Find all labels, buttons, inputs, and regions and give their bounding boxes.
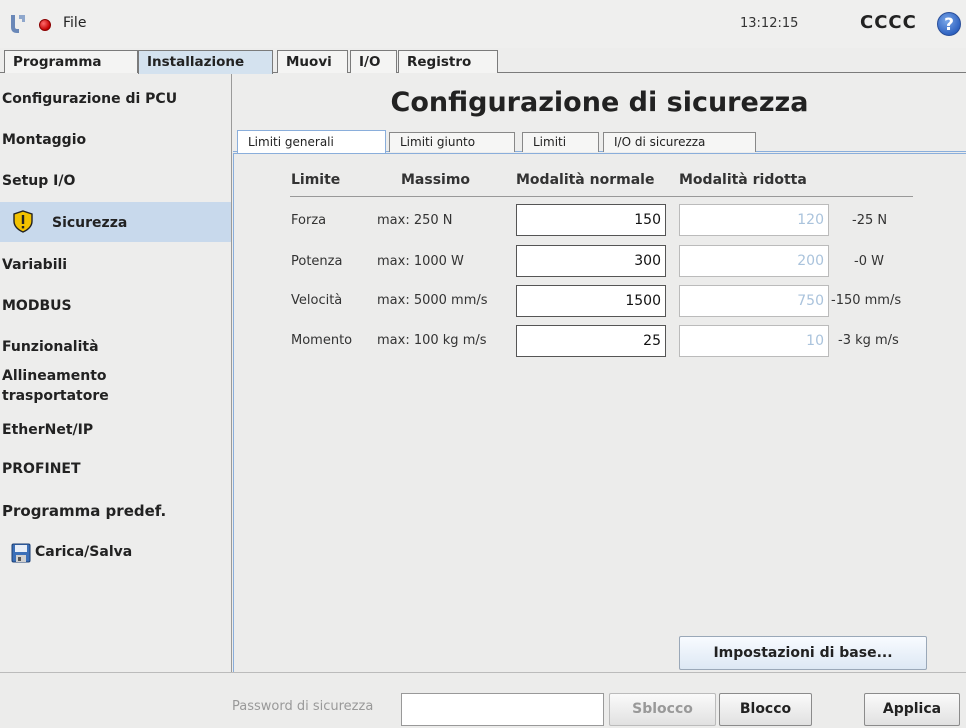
row-max-momento: max: 100 kg m/s — [377, 333, 487, 348]
main-tab-bar: Programma Installazione Muovi I/O Regist… — [0, 50, 966, 74]
sidebar-item-label: Sicurezza — [52, 215, 128, 231]
velocita-reduced-input[interactable]: 750 — [679, 285, 829, 317]
sidebar-item-carica-salva[interactable]: Carica/Salva — [0, 542, 231, 566]
momento-reduced-input[interactable]: 10 — [679, 325, 829, 357]
row-max-potenza: max: 1000 W — [377, 254, 464, 269]
sidebar-item-sicurezza[interactable]: Sicurezza — [0, 202, 231, 242]
forza-reduced-input[interactable]: 120 — [679, 204, 829, 236]
row-max-forza: max: 250 N — [377, 213, 453, 228]
sidebar-item-label: Carica/Salva — [35, 544, 133, 560]
lock-button[interactable]: Blocco — [719, 693, 812, 726]
page-title: Configurazione di sicurezza — [390, 87, 809, 118]
sub-tab-bar: Limiti generali Limiti giunto Limiti I/O… — [233, 130, 966, 153]
sidebar-item-configurazione-pcu[interactable]: Configurazione di PCU — [0, 91, 231, 107]
unlock-button[interactable]: Sblocco — [609, 693, 716, 726]
sidebar-item-modbus[interactable]: MODBUS — [0, 298, 231, 314]
sidebar-item-setup-io[interactable]: Setup I/O — [0, 173, 231, 189]
bottom-bar: Password di sicurezza Sblocco Blocco App… — [0, 672, 966, 728]
tab-io-sicurezza[interactable]: I/O di sicurezza — [603, 132, 756, 152]
robot-name: CCCC — [860, 12, 917, 33]
row-label-momento: Momento — [291, 333, 353, 348]
tab-installazione[interactable]: Installazione — [138, 50, 273, 74]
help-icon[interactable]: ? — [937, 12, 961, 36]
tab-limiti-giunto[interactable]: Limiti giunto — [389, 132, 515, 152]
column-header-limite: Limite — [291, 172, 341, 188]
sidebar-item-funzionalita[interactable]: Funzionalità — [0, 339, 231, 355]
save-disk-icon — [11, 543, 31, 563]
momento-normal-input[interactable]: 25 — [516, 325, 666, 357]
sidebar-item-variabili[interactable]: Variabili — [0, 257, 231, 273]
warning-shield-icon — [13, 210, 33, 233]
tab-muovi[interactable]: Muovi — [277, 50, 348, 73]
clock: 13:12:15 — [740, 16, 799, 31]
tab-programma[interactable]: Programma — [4, 50, 138, 73]
row-diff-momento: -3 kg m/s — [838, 333, 899, 348]
row-max-velocita: max: 5000 mm/s — [377, 293, 488, 308]
tab-registro[interactable]: Registro — [398, 50, 498, 73]
main-content: Configurazione di sicurezza Limiti gener… — [233, 74, 966, 672]
header-divider — [290, 196, 913, 197]
status-indicator-icon[interactable] — [39, 19, 51, 31]
column-header-normale: Modalità normale — [516, 172, 655, 188]
column-header-ridotta: Modalità ridotta — [679, 172, 807, 188]
row-diff-potenza: -0 W — [854, 254, 884, 269]
tab-io[interactable]: I/O — [350, 50, 397, 73]
row-diff-forza: -25 N — [852, 213, 888, 228]
sidebar-item-allineamento[interactable]: Allineamento — [0, 368, 231, 384]
row-label-forza: Forza — [291, 213, 327, 228]
sidebar-item-montaggio[interactable]: Montaggio — [0, 132, 231, 148]
row-diff-velocita: -150 mm/s — [831, 293, 902, 308]
column-header-massimo: Massimo — [401, 172, 471, 188]
sidebar-item-trasportatore[interactable]: trasportatore — [0, 388, 231, 404]
sidebar: Configurazione di PCU Montaggio Setup I/… — [0, 74, 232, 672]
velocita-normal-input[interactable]: 1500 — [516, 285, 666, 317]
tab-limiti[interactable]: Limiti — [522, 132, 599, 152]
row-label-potenza: Potenza — [291, 254, 343, 269]
tab-limiti-generali[interactable]: Limiti generali — [237, 130, 386, 153]
sidebar-item-profinet[interactable]: PROFINET — [0, 461, 231, 477]
file-menu[interactable]: File — [63, 15, 86, 31]
ur-logo-icon — [11, 15, 25, 33]
password-label: Password di sicurezza — [232, 699, 374, 714]
password-input[interactable] — [401, 693, 604, 726]
top-bar: File 13:12:15 CCCC ? — [0, 0, 966, 48]
sidebar-item-programma-predef[interactable]: Programma predef. — [0, 502, 231, 520]
forza-normal-input[interactable]: 150 — [516, 204, 666, 236]
apply-button[interactable]: Applica — [864, 693, 960, 726]
potenza-reduced-input[interactable]: 200 — [679, 245, 829, 277]
row-label-velocita: Velocità — [291, 293, 343, 308]
base-settings-button[interactable]: Impostazioni di base... — [679, 636, 927, 670]
potenza-normal-input[interactable]: 300 — [516, 245, 666, 277]
sidebar-item-ethernet-ip[interactable]: EtherNet/IP — [0, 422, 231, 438]
